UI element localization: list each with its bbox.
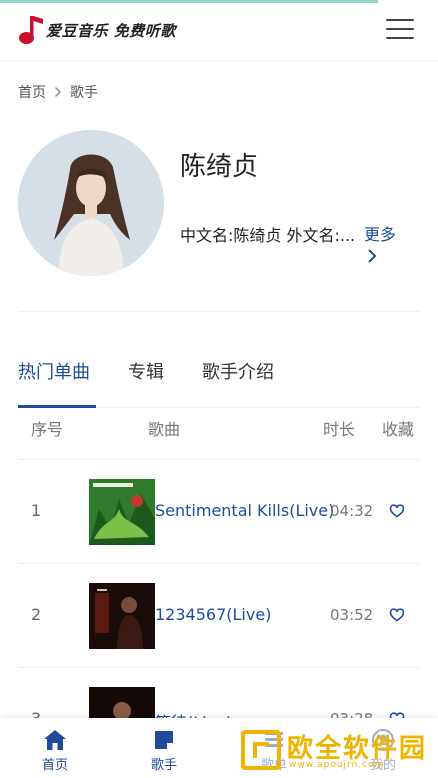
music-note-logo-icon xyxy=(19,16,43,44)
tab-singer-intro[interactable]: 歌手介绍 xyxy=(202,358,274,384)
breadcrumb: 首页 歌手 xyxy=(18,82,98,102)
singer-info: 中文名:陈绮贞 外文名:... xyxy=(180,226,356,245)
album-cover[interactable] xyxy=(89,479,155,545)
chevron-right-icon xyxy=(55,87,61,97)
breadcrumb-current: 歌手 xyxy=(70,85,98,101)
nav-label: 首页 xyxy=(41,758,68,773)
hamburger-menu-button[interactable] xyxy=(386,19,414,43)
menu-line-icon xyxy=(386,37,414,39)
menu-line-icon xyxy=(386,19,414,21)
nav-singers[interactable]: 歌手 xyxy=(134,728,194,773)
table-row[interactable]: 1 Sentimental Kills(Live) 04:32 xyxy=(18,460,420,564)
breadcrumb-home-link[interactable]: 首页 xyxy=(18,82,46,102)
chevron-right-icon[interactable] xyxy=(367,248,377,264)
album-cover-art xyxy=(89,479,155,545)
site-logo[interactable]: 爱豆音乐 免费听歌 xyxy=(18,15,176,45)
nav-home[interactable]: 首页 xyxy=(25,728,85,773)
row-index: 2 xyxy=(31,605,42,624)
table-row[interactable]: 2 1234567(Live) 03:52 xyxy=(18,564,420,668)
header-duration: 时长 xyxy=(323,420,356,439)
song-title-link[interactable]: 1234567(Live) xyxy=(155,605,271,624)
active-tab-indicator xyxy=(18,405,96,408)
menu-line-icon xyxy=(386,28,414,30)
row-index: 1 xyxy=(31,501,42,520)
header-index: 序号 xyxy=(31,420,64,439)
singer-photo xyxy=(18,130,164,276)
logo-text: 爱豆音乐 免费听歌 xyxy=(46,21,176,40)
header-song: 歌曲 xyxy=(148,420,181,439)
home-icon xyxy=(44,730,66,750)
song-duration: 04:32 xyxy=(330,502,374,520)
song-duration: 03:52 xyxy=(330,606,374,624)
nav-label: 歌手 xyxy=(150,758,177,773)
section-divider xyxy=(18,311,420,312)
heart-icon[interactable] xyxy=(389,503,405,519)
album-cover-art xyxy=(89,583,155,649)
watermark-url: www.apoujrn.com xyxy=(289,760,385,770)
tab-hot-songs[interactable]: 热门单曲 xyxy=(18,358,90,384)
song-title-link[interactable]: Sentimental Kills(Live) xyxy=(155,501,334,520)
site-watermark: 欧全软件园 www.apoujrn.com xyxy=(239,726,435,774)
singer-name: 陈绮贞 xyxy=(180,152,259,182)
singer-avatar xyxy=(18,130,164,276)
bookmark-icon xyxy=(155,731,173,749)
tab-albums[interactable]: 专辑 xyxy=(128,358,164,384)
watermark-logo-icon xyxy=(241,730,281,770)
album-cover[interactable] xyxy=(89,583,155,649)
more-info-link[interactable]: 更多 xyxy=(364,221,396,245)
heart-icon[interactable] xyxy=(389,607,405,623)
site-header: 爱豆音乐 免费听歌 xyxy=(0,3,438,61)
tab-bar: 热门单曲 专辑 歌手介绍 xyxy=(18,358,312,384)
header-favorite: 收藏 xyxy=(382,420,415,439)
